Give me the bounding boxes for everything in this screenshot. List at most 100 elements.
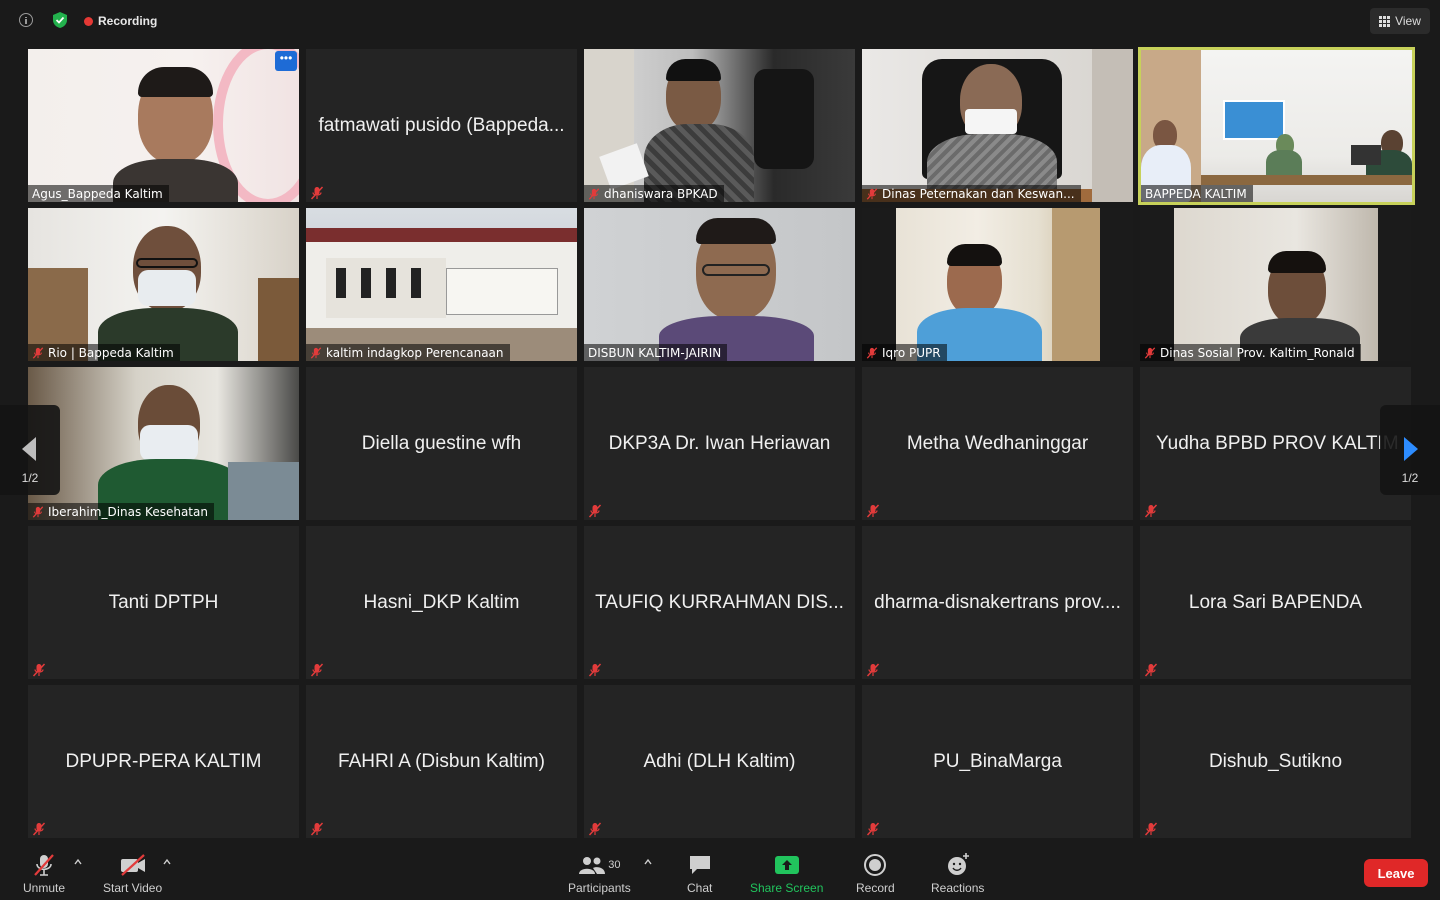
chat-label: Chat (687, 881, 713, 895)
participants-button[interactable]: 30 Participants (568, 852, 631, 895)
page-indicator: 1/2 (1401, 471, 1419, 485)
participant-name: Yudha BPBD PROV KALTIM (1156, 432, 1399, 454)
participant-name: Dinas Peternakan dan Keswan... (882, 186, 1075, 201)
start-video-button[interactable]: Start Video (103, 852, 162, 895)
participant-tile[interactable]: Dishub_Sutikno (1140, 685, 1411, 838)
mic-muted-icon (34, 854, 54, 876)
reactions-button[interactable]: Reactions (931, 852, 984, 895)
reactions-label: Reactions (931, 881, 985, 895)
participant-tile[interactable]: DPUPR-PERA KALTIM (28, 685, 299, 838)
participant-tile[interactable]: Lora Sari BAPENDA (1140, 526, 1411, 679)
mic-muted-icon (866, 822, 880, 836)
video-tile[interactable]: Rio | Bappeda Kaltim (28, 208, 299, 361)
video-tile[interactable]: DISBUN KALTIM-JAIRIN (584, 208, 855, 361)
unmute-button[interactable]: Unmute (23, 852, 65, 895)
video-feed (28, 49, 299, 202)
participant-tile[interactable]: dharma-disnakertrans prov.... (862, 526, 1133, 679)
video-feed (1140, 208, 1411, 361)
participant-name: Dishub_Sutikno (1208, 750, 1343, 772)
participant-name-tag: Agus_Bappeda Kaltim (28, 185, 169, 202)
chat-button[interactable]: Chat (687, 852, 712, 895)
meeting-toolbar: Unmute Start Video 30 Participants Chat … (0, 846, 1440, 900)
participant-name-tag: Dinas Sosial Prov. Kaltim_Ronald (1140, 344, 1361, 361)
participant-name: Agus_Bappeda Kaltim (32, 186, 163, 201)
chevron-left-icon (22, 437, 36, 461)
page-indicator: 1/2 (21, 471, 39, 485)
mic-muted-icon (866, 346, 878, 359)
video-feed (306, 208, 577, 361)
mic-muted-icon (1144, 663, 1158, 677)
participants-icon (579, 857, 606, 874)
video-feed (862, 208, 1133, 361)
share-screen-label: Share Screen (750, 881, 824, 895)
participant-name: Rio | Bappeda Kaltim (48, 345, 174, 360)
video-feed (28, 208, 299, 361)
video-tile[interactable]: ••• Agus_Bappeda Kaltim (28, 49, 299, 202)
participant-tile[interactable]: Diella guestine wfh (306, 367, 577, 520)
participant-name: dhaniswara BPKAD (604, 186, 718, 201)
video-tile[interactable]: dhaniswara BPKAD (584, 49, 855, 202)
chevron-up-icon[interactable] (163, 858, 171, 866)
participant-name-tag: DISBUN KALTIM-JAIRIN (584, 344, 728, 361)
mic-muted-icon (310, 822, 324, 836)
leave-button[interactable]: Leave (1364, 859, 1428, 887)
chevron-up-icon[interactable] (74, 858, 82, 866)
record-button[interactable]: Record (856, 852, 895, 895)
mic-muted-icon (866, 663, 880, 677)
more-options-button[interactable]: ••• (275, 51, 297, 71)
participants-label: Participants (568, 881, 631, 895)
video-tile[interactable]: Dinas Peternakan dan Keswan... (862, 49, 1133, 202)
participant-name: dharma-disnakertrans prov.... (874, 591, 1121, 613)
mic-muted-icon (1144, 504, 1158, 518)
participant-tile[interactable]: fatmawati pusido (Bappeda... (306, 49, 577, 202)
chevron-right-icon (1404, 437, 1418, 461)
participant-count: 30 (608, 859, 621, 871)
mic-muted-icon (1144, 822, 1158, 836)
video-feed (862, 49, 1133, 202)
mic-muted-icon (588, 822, 602, 836)
video-feed (584, 208, 855, 361)
participant-tile[interactable]: PU_BinaMarga (862, 685, 1133, 838)
chat-icon (689, 856, 710, 874)
participant-name-tag: Iberahim_Dinas Kesehatan (28, 503, 214, 520)
participant-name: Hasni_DKP Kaltim (363, 591, 520, 613)
participant-name: Iqro PUPR (882, 345, 941, 360)
participant-tile[interactable]: TAUFIQ KURRAHMAN DIS... (584, 526, 855, 679)
participant-tile[interactable]: Tanti DPTPH (28, 526, 299, 679)
participant-name: fatmawati pusido (Bappeda... (318, 114, 565, 136)
participant-name-tag: dhaniswara BPKAD (584, 185, 724, 202)
video-tile[interactable]: Iqro PUPR (862, 208, 1133, 361)
next-page-button[interactable]: 1/2 (1380, 405, 1440, 495)
chevron-up-icon[interactable] (644, 858, 652, 866)
mic-muted-icon (588, 663, 602, 677)
participant-tile[interactable]: Metha Wedhaninggar (862, 367, 1133, 520)
start-video-label: Start Video (103, 881, 163, 895)
participant-tile[interactable]: FAHRI A (Disbun Kaltim) (306, 685, 577, 838)
video-tile[interactable]: Iberahim_Dinas Kesehatan (28, 367, 299, 520)
previous-page-button[interactable]: 1/2 (0, 405, 60, 495)
participant-name-tag: Iqro PUPR (862, 344, 947, 361)
participant-tile[interactable]: Hasni_DKP Kaltim (306, 526, 577, 679)
participant-name-tag: kaltim indagkop Perencanaan (306, 344, 510, 361)
mic-muted-icon (32, 346, 44, 359)
share-screen-icon (774, 856, 799, 874)
mic-muted-icon (32, 505, 44, 518)
mic-muted-icon (866, 187, 878, 200)
share-screen-button[interactable]: Share Screen (750, 852, 823, 895)
mic-muted-icon (588, 187, 600, 200)
participant-name: Iberahim_Dinas Kesehatan (48, 504, 208, 519)
video-tile[interactable]: Dinas Sosial Prov. Kaltim_Ronald (1140, 208, 1411, 361)
active-speaker-tile[interactable]: BAPPEDA KALTIM (1138, 47, 1415, 205)
participant-tile[interactable]: Adhi (DLH Kaltim) (584, 685, 855, 838)
mic-muted-icon (1144, 346, 1156, 359)
participant-name: DISBUN KALTIM-JAIRIN (588, 345, 722, 360)
participant-name: DKP3A Dr. Iwan Heriawan (608, 432, 831, 454)
record-label: Record (856, 881, 895, 895)
participant-tile[interactable]: DKP3A Dr. Iwan Heriawan (584, 367, 855, 520)
mic-muted-icon (32, 663, 46, 677)
participant-name: kaltim indagkop Perencanaan (326, 345, 504, 360)
record-icon (864, 854, 887, 876)
video-tile[interactable]: kaltim indagkop Perencanaan (306, 208, 577, 361)
participant-tile[interactable]: Yudha BPBD PROV KALTIM (1140, 367, 1411, 520)
participant-name: PU_BinaMarga (933, 750, 1062, 772)
